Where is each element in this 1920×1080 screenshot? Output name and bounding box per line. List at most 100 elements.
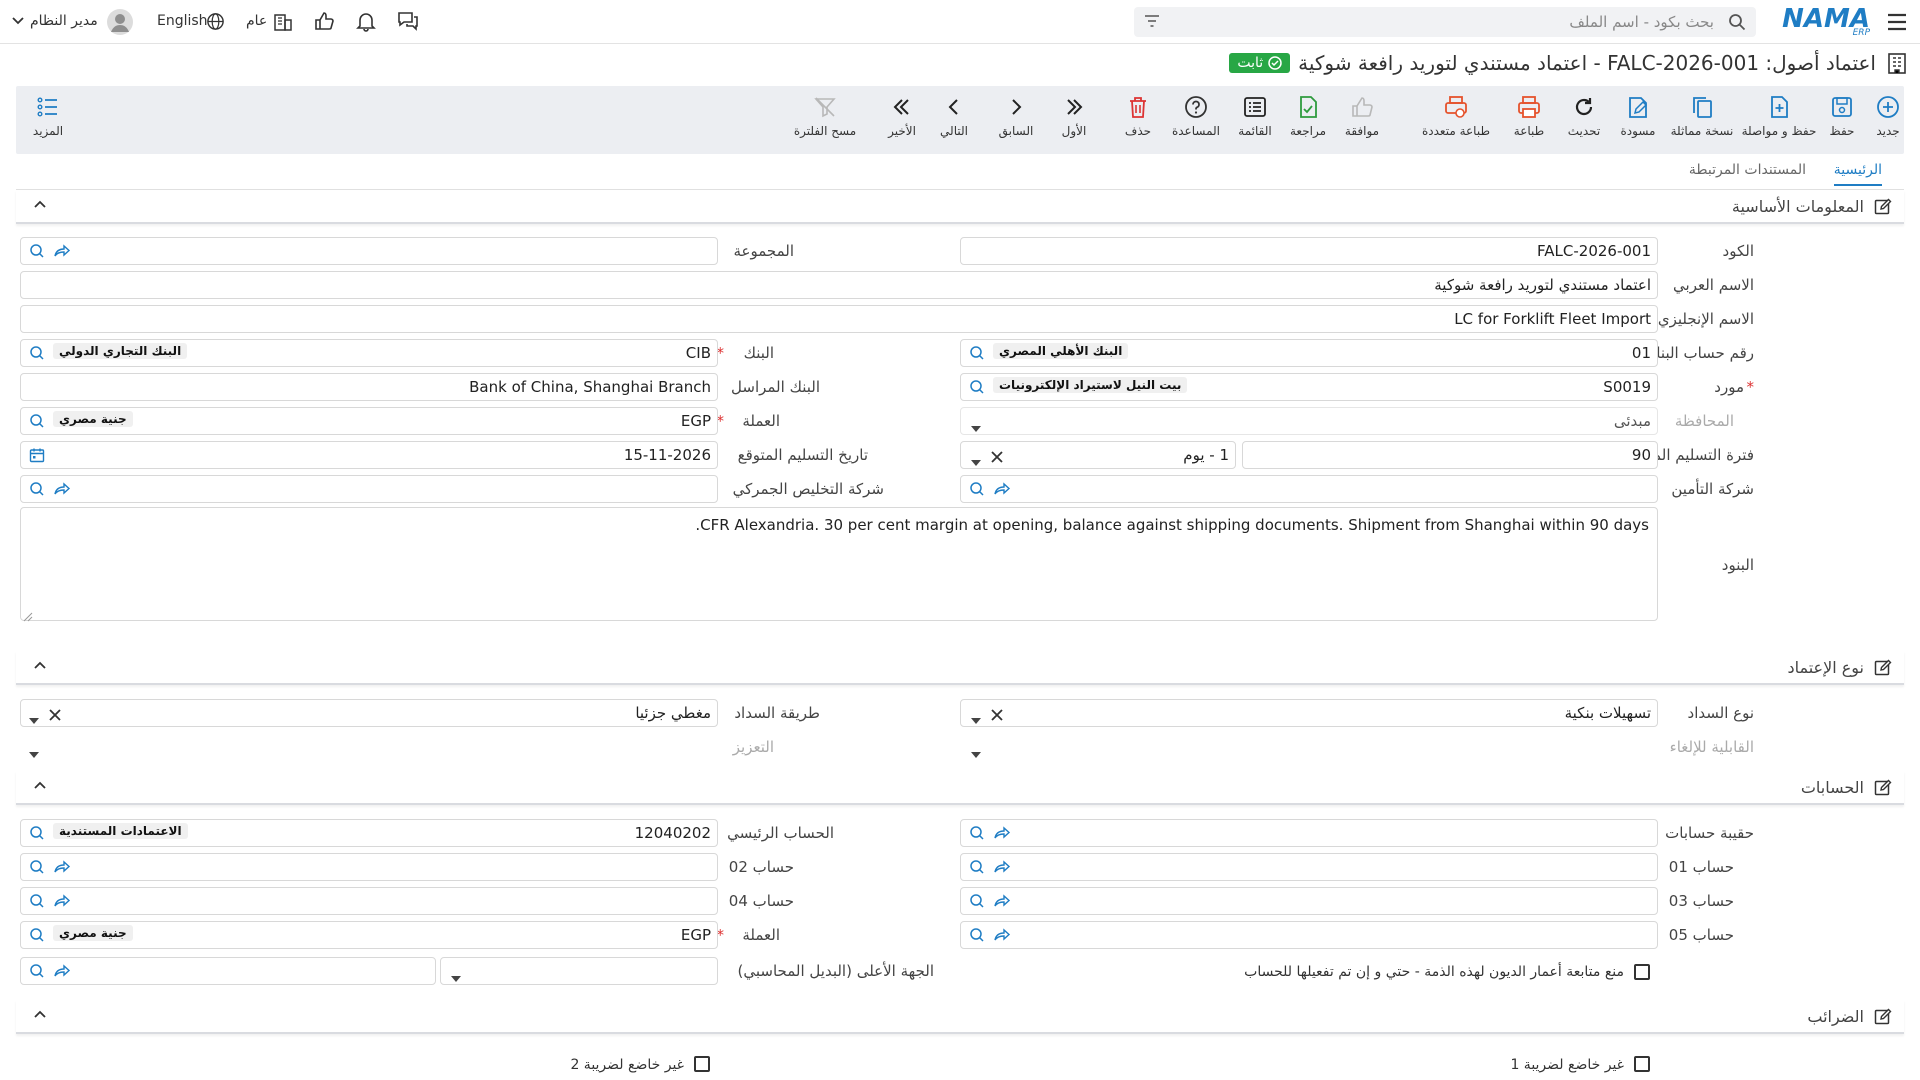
chevron-up-icon[interactable]: [34, 781, 46, 789]
share-icon[interactable]: [53, 893, 71, 913]
tab-main[interactable]: الرئيسية: [1833, 162, 1882, 186]
print-button[interactable]: طباعة: [1497, 94, 1561, 150]
lookup-icon[interactable]: [969, 379, 987, 399]
section-accounts-header[interactable]: الحسابات: [16, 771, 1904, 805]
share-icon[interactable]: [53, 243, 71, 263]
confirmation-select[interactable]: [20, 733, 718, 761]
globe-icon[interactable]: [206, 12, 225, 31]
last-button[interactable]: الأخير: [870, 94, 934, 150]
payment-method-select[interactable]: مغطي جزئيا: [20, 699, 718, 727]
share-icon[interactable]: [53, 963, 71, 983]
thumbs-up-icon[interactable]: [313, 10, 335, 32]
lookup-icon[interactable]: [969, 345, 987, 365]
chevron-down-icon[interactable]: [12, 17, 24, 25]
search-input[interactable]: بحث بكود - اسم الملف: [1134, 7, 1756, 37]
delete-button[interactable]: حذف: [1106, 94, 1170, 150]
resize-handle-icon[interactable]: [23, 608, 33, 626]
group-field[interactable]: [20, 237, 718, 265]
caret-down-icon[interactable]: [971, 452, 981, 470]
lookup-icon[interactable]: [969, 825, 987, 845]
share-icon[interactable]: [993, 927, 1011, 947]
clear-filter-button[interactable]: مسح الفلترة: [786, 94, 864, 150]
lookup-icon[interactable]: [969, 927, 987, 947]
lookup-icon[interactable]: [29, 481, 47, 501]
lookup-icon[interactable]: [29, 825, 47, 845]
lookup-icon[interactable]: [969, 481, 987, 501]
chat-icon[interactable]: [396, 10, 420, 32]
tax-exempt-1-checkbox[interactable]: [1634, 1056, 1650, 1072]
revocability-select[interactable]: [960, 733, 1658, 761]
help-button[interactable]: المساعدة: [1164, 94, 1228, 150]
caret-down-icon[interactable]: [451, 968, 461, 986]
account-03-field[interactable]: [960, 887, 1658, 915]
scope-label[interactable]: عام: [246, 13, 267, 29]
account-04-field[interactable]: [20, 887, 718, 915]
lookup-icon[interactable]: [29, 413, 47, 433]
chevron-up-icon[interactable]: [34, 1010, 46, 1018]
section-basic-info-header[interactable]: المعلومات الأساسية: [16, 190, 1904, 224]
tax-exempt-2-checkbox[interactable]: [694, 1056, 710, 1072]
chevron-up-icon[interactable]: [34, 661, 46, 669]
bell-icon[interactable]: [355, 10, 377, 32]
copy-button[interactable]: نسخة مماثلة: [1666, 94, 1738, 150]
lookup-icon[interactable]: [29, 859, 47, 879]
more-button[interactable]: المزيد: [16, 94, 80, 150]
delivery-period-field[interactable]: 90: [1242, 441, 1658, 469]
bank-field[interactable]: CIB البنك التجاري الدولي: [20, 339, 718, 367]
share-icon[interactable]: [993, 859, 1011, 879]
terms-textarea[interactable]: CFR Alexandria. 30 per cent margin at op…: [20, 507, 1658, 622]
clear-icon[interactable]: [49, 707, 61, 725]
lookup-icon[interactable]: [29, 243, 47, 263]
tab-related-documents[interactable]: المستندات المرتبطة: [1689, 162, 1806, 184]
bank-account-field[interactable]: 01 البنك الأهلي المصري: [960, 339, 1658, 367]
caret-down-icon[interactable]: [971, 710, 981, 728]
save-button[interactable]: حفظ: [1810, 94, 1874, 150]
lookup-icon[interactable]: [969, 859, 987, 879]
arabic-name-field[interactable]: اعتماد مستندي لتوريد رافعة شوكية: [20, 271, 1658, 299]
lookup-icon[interactable]: [29, 893, 47, 913]
accounts-bag-field[interactable]: [960, 819, 1658, 847]
previous-button[interactable]: السابق: [984, 94, 1048, 150]
section-credit-type-header[interactable]: نوع الإعتماد: [16, 651, 1904, 685]
filter-icon[interactable]: [1144, 14, 1160, 28]
language-switch[interactable]: English: [157, 13, 208, 29]
calendar-icon[interactable]: [29, 447, 45, 467]
caret-down-icon[interactable]: [29, 710, 39, 728]
company-icon[interactable]: [272, 11, 294, 33]
section-taxes-header[interactable]: الضرائب: [16, 1000, 1904, 1034]
share-icon[interactable]: [53, 859, 71, 879]
delivery-date-field[interactable]: 15-11-2026: [20, 441, 718, 469]
caret-down-icon[interactable]: [29, 744, 39, 762]
list-button[interactable]: القائمة: [1223, 94, 1287, 150]
share-icon[interactable]: [993, 825, 1011, 845]
lookup-icon[interactable]: [969, 893, 987, 913]
english-name-field[interactable]: LC for Forklift Fleet Import: [20, 305, 1658, 333]
clear-icon[interactable]: [991, 707, 1003, 725]
customs-company-field[interactable]: [20, 475, 718, 503]
account-01-field[interactable]: [960, 853, 1658, 881]
nama-logo[interactable]: NAMA ERP: [1782, 4, 1870, 40]
clear-icon[interactable]: [991, 449, 1003, 467]
governorate-select[interactable]: مبدئى: [960, 407, 1658, 435]
caret-down-icon[interactable]: [971, 418, 981, 436]
main-account-field[interactable]: 12040202 الاعتمادات المستندية: [20, 819, 718, 847]
save-continue-button[interactable]: حفظ و مواصلة: [1740, 94, 1818, 150]
lookup-icon[interactable]: [29, 927, 47, 947]
caret-down-icon[interactable]: [971, 744, 981, 762]
account-05-field[interactable]: [960, 921, 1658, 949]
lookup-icon[interactable]: [29, 963, 47, 983]
code-field[interactable]: FALC-2026-001: [960, 237, 1658, 265]
share-icon[interactable]: [993, 481, 1011, 501]
parent-entity-field[interactable]: [20, 957, 436, 985]
user-name[interactable]: مدير النظام: [30, 13, 98, 29]
refresh-button[interactable]: تحديث: [1552, 94, 1616, 150]
parent-entity-type-select[interactable]: [440, 957, 718, 985]
prevent-aging-checkbox[interactable]: [1634, 964, 1650, 980]
hamburger-menu-icon[interactable]: [1886, 12, 1908, 32]
share-icon[interactable]: [53, 481, 71, 501]
multi-print-button[interactable]: طباعة متعددة: [1416, 94, 1496, 150]
chevron-up-icon[interactable]: [34, 200, 46, 208]
insurance-field[interactable]: [960, 475, 1658, 503]
correspondent-bank-field[interactable]: Bank of China, Shanghai Branch: [20, 373, 718, 401]
account-02-field[interactable]: [20, 853, 718, 881]
